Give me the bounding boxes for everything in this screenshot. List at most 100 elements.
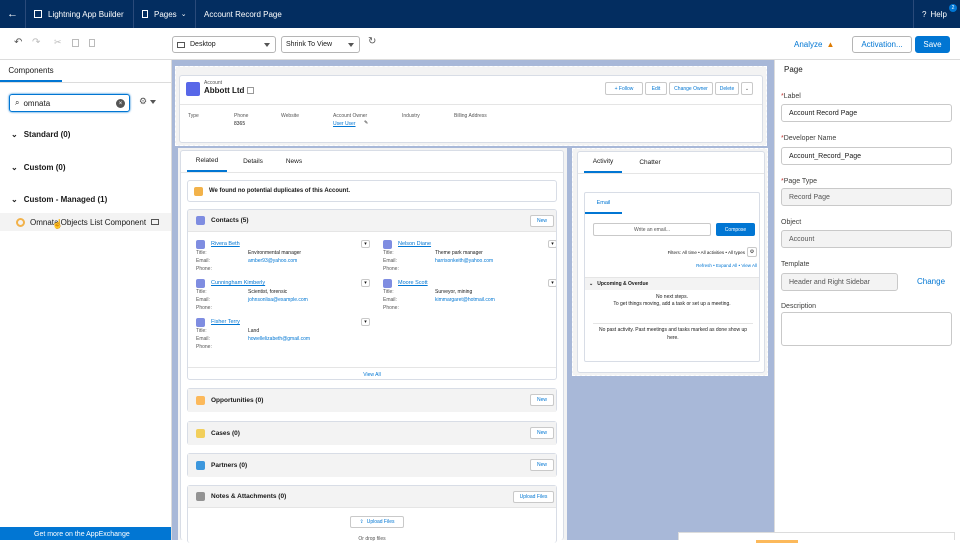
contact-name-link[interactable]: Fisher Terry <box>211 319 240 325</box>
notes-title[interactable]: Notes & Attachments (0) <box>211 493 286 500</box>
email-input[interactable]: Write an email... <box>593 223 711 236</box>
field-label-website: Website <box>281 113 299 119</box>
back-button[interactable]: ← <box>0 0 26 28</box>
undo-icon[interactable]: ↶ <box>14 37 22 48</box>
appexchange-footer[interactable]: Get more on the AppExchange <box>0 527 171 540</box>
new-opportunity-button[interactable]: New <box>530 394 554 406</box>
activation-button[interactable]: Activation... <box>852 36 912 53</box>
drop-files-text: Or drop files <box>358 536 386 542</box>
row-actions-menu[interactable]: ▾ <box>361 240 370 248</box>
more-actions-button[interactable]: ⌄ <box>741 82 753 95</box>
row-actions-menu[interactable]: ▾ <box>361 318 370 326</box>
duplicate-icon <box>194 186 203 196</box>
chevron-down-icon: ⌄ <box>589 281 594 287</box>
no-steps-hint: To get things moving, add a task or set … <box>613 301 731 307</box>
change-owner-icon[interactable]: ✎ <box>364 120 368 126</box>
upload-files-dropzone-button[interactable]: ⇪ Upload Files <box>350 516 404 528</box>
view-all-link[interactable]: View All <box>188 367 556 378</box>
field-label-industry: Industry <box>402 113 420 119</box>
tab-chatter[interactable]: Chatter <box>630 152 670 173</box>
group-standard[interactable]: ⌄ Standard (0) <box>11 130 70 139</box>
contact-title-value: Environmental manager <box>248 250 302 256</box>
row-actions-menu[interactable]: ▾ <box>361 279 370 287</box>
upcoming-header[interactable]: ⌄ Upcoming & Overdue <box>585 277 759 290</box>
hierarchy-icon[interactable] <box>247 87 255 95</box>
field-value-owner[interactable]: User User <box>333 121 356 127</box>
contact-icon <box>196 318 205 327</box>
new-partner-button[interactable]: New <box>530 459 554 471</box>
component-item-omnata[interactable]: Omnata Objects List Component <box>0 213 171 231</box>
partner-icon <box>196 461 205 470</box>
change-owner-button[interactable]: Change Owner <box>669 82 713 95</box>
contact-name-link[interactable]: Moore Scott <box>398 280 428 286</box>
follow-button[interactable]: + Follow <box>605 82 643 95</box>
partners-title[interactable]: Partners (0) <box>211 462 247 469</box>
contact-title-label: Title: <box>383 250 394 256</box>
opportunities-title[interactable]: Opportunities (0) <box>211 397 263 404</box>
new-case-button[interactable]: New <box>530 427 554 439</box>
contact-title-label: Title: <box>383 289 394 295</box>
components-panel: Components ⌕ omnata × ⚙ ⌄ Standard (0) ⌄ C… <box>0 60 172 540</box>
delete-icon[interactable] <box>89 39 95 47</box>
contact-icon <box>383 279 392 288</box>
row-actions-menu[interactable]: ▾ <box>548 240 556 248</box>
dropdown-arrow-icon <box>348 43 354 47</box>
field-label-type: Type <box>188 113 199 119</box>
tab-email[interactable]: Email <box>585 193 622 214</box>
contact-email-link[interactable]: johnsonlisa@example.com <box>248 297 308 303</box>
tab-details[interactable]: Details <box>233 151 273 172</box>
tab-activity[interactable]: Activity <box>584 152 622 173</box>
contacts-related-list: Contacts (5) New Rivera Beth ▾ Title: Envir… <box>187 209 557 380</box>
tab-related[interactable]: Related <box>187 151 227 172</box>
contact-name-link[interactable]: Cunningham Kimberly <box>211 280 265 286</box>
analyze-button[interactable]: Analyze ▲ <box>790 36 847 53</box>
settings-menu[interactable]: ⚙ <box>139 96 157 107</box>
label-input[interactable]: Account Record Page <box>781 104 952 122</box>
activity-filters[interactable]: Filters: All time • All activities • All… <box>585 250 745 255</box>
redo-icon[interactable]: ↷ <box>32 37 40 48</box>
contact-email-link[interactable]: amber93@yahoo.com <box>248 258 297 264</box>
pagetype-field-label: *Page Type <box>781 178 818 185</box>
component-search-input[interactable]: ⌕ omnata × <box>9 94 130 112</box>
help-menu[interactable]: ? Help 2 <box>913 0 960 28</box>
tab-components[interactable]: Components <box>0 60 62 82</box>
main-region: Related Details News We found no potenti… <box>178 148 567 543</box>
compose-button[interactable]: Compose <box>716 223 755 236</box>
contact-title-value: Theme park manager <box>435 250 483 256</box>
delete-button[interactable]: Delete <box>715 82 739 95</box>
group-custom-managed[interactable]: ⌄ Custom - Managed (1) <box>11 195 107 204</box>
field-label-phone: Phone <box>234 113 249 119</box>
devname-input[interactable]: Account_Record_Page <box>781 147 952 165</box>
copy-icon[interactable] <box>72 39 79 47</box>
contact-email-link[interactable]: harrisonkeith@yahoo.com <box>435 258 493 264</box>
change-template-link[interactable]: Change <box>917 277 945 286</box>
notes-header: Notes & Attachments (0) <box>188 486 556 508</box>
filter-settings-icon[interactable]: ⚙ <box>747 247 757 257</box>
edit-button[interactable]: Edit <box>645 82 667 95</box>
device-select[interactable]: Desktop <box>172 36 276 53</box>
row-actions-menu[interactable]: ▾ <box>548 279 556 287</box>
pages-menu[interactable]: Pages ⌄ <box>134 0 196 28</box>
group-custom[interactable]: ⌄ Custom (0) <box>11 163 65 172</box>
cut-icon[interactable]: ✂ <box>54 37 62 48</box>
app-name: Lightning App Builder <box>26 0 134 28</box>
contact-email-link[interactable]: kimmargaret@hotmail.com <box>435 297 495 303</box>
contact-name-link[interactable]: Nelson Diane <box>398 241 431 247</box>
contact-email-link[interactable]: howellelizabeth@gmail.com <box>248 336 310 342</box>
clear-icon[interactable]: × <box>116 99 125 108</box>
tab-news[interactable]: News <box>276 151 312 172</box>
contact-title-label: Title: <box>196 328 207 334</box>
contacts-title[interactable]: Contacts (5) <box>211 217 249 224</box>
activity-links[interactable]: Refresh • Expand All • View All <box>585 263 757 268</box>
refresh-icon[interactable]: ↻ <box>368 36 376 47</box>
cases-title[interactable]: Cases (0) <box>211 430 240 437</box>
desktop-icon <box>177 41 185 48</box>
contact-name-link[interactable]: Rivera Beth <box>211 241 240 247</box>
new-contact-button[interactable]: New <box>530 215 554 227</box>
save-button[interactable]: Save <box>915 36 950 53</box>
upload-files-button[interactable]: Upload Files <box>513 491 554 503</box>
description-textarea[interactable] <box>781 312 952 346</box>
zoom-select[interactable]: Shrink To View <box>281 36 360 53</box>
chevron-down-icon: ⌄ <box>744 85 750 92</box>
record-header[interactable]: Account Abbott Ltd + Follow Edit Change … <box>179 75 763 143</box>
